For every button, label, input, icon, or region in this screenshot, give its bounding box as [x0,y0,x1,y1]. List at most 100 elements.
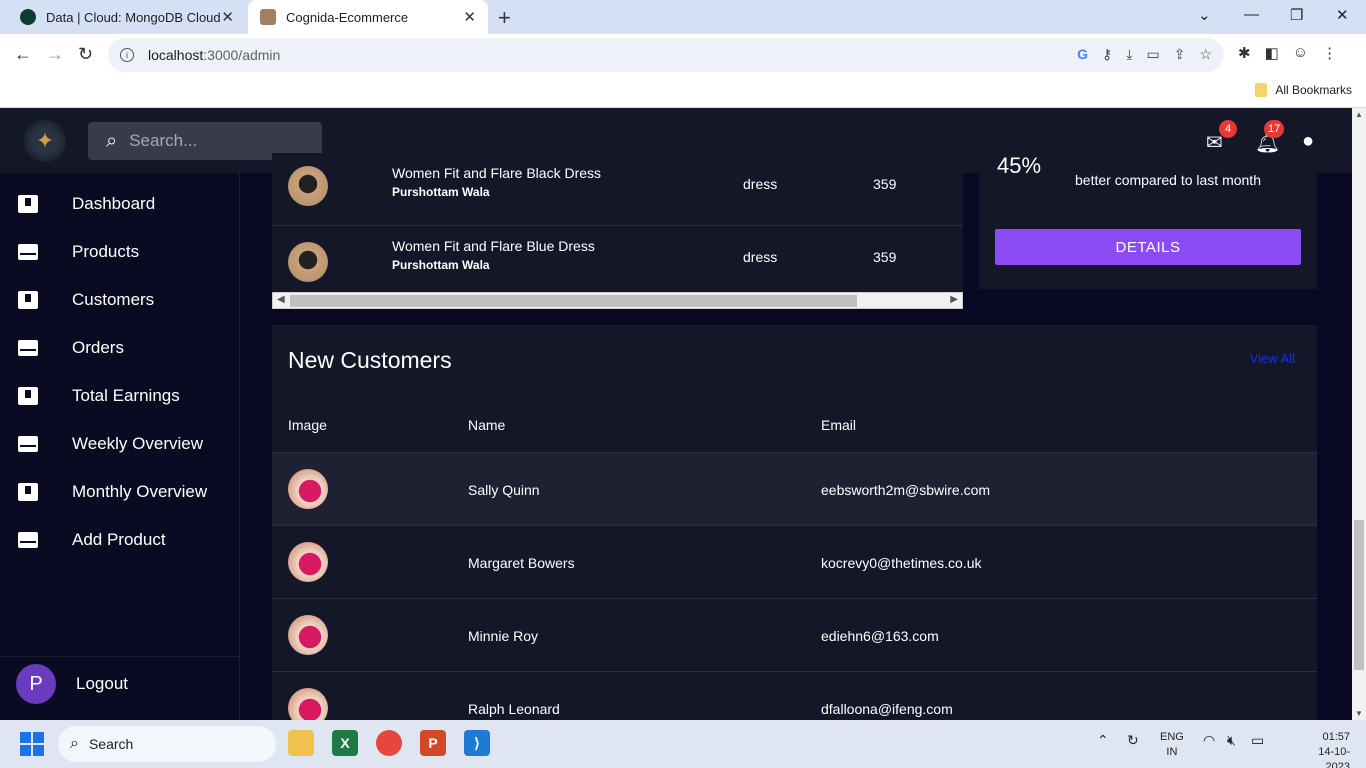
address-toolbar: ← → ↻ i localhost:3000/admin G ⚷ ⤓ ▭ ⇪ ☆… [0,34,1366,76]
menu-dots-icon[interactable]: ⋮ [1322,44,1337,62]
tab-cognida[interactable]: Cognida-Ecommerce ✕ [248,0,488,34]
table-row[interactable]: Women Fit and Flare Blue Dress Purshotta… [272,226,963,299]
restore-icon[interactable]: ❐ [1290,6,1303,24]
table-row[interactable]: Women Fit and Flare Black Dress Purshott… [272,153,963,226]
horizontal-scrollbar[interactable]: ◀ ▶ [272,292,963,309]
scroll-left-icon[interactable]: ◀ [277,294,285,305]
percent-value: 45% [997,153,1042,178]
column-header-name: Name [468,417,506,433]
vertical-scrollbar[interactable]: ▲ ▼ [1352,108,1366,720]
view-all-link[interactable]: View All [1250,351,1295,366]
column-header-email: Email [821,417,857,433]
table-row[interactable]: Margaret Bowers kocrevy0@thetimes.co.uk [272,525,1317,598]
sidepanel-icon[interactable]: ◧ [1265,44,1279,62]
puzzle-icon[interactable]: ✱ [1238,44,1251,62]
scroll-up-icon[interactable]: ▲ [1355,110,1363,119]
chevron-up-icon[interactable]: ⌃ [1097,732,1109,749]
lang-line1: ENG [1160,731,1184,743]
account-icon[interactable]: ● [1302,130,1314,153]
sidebar-item-monthly-overview[interactable]: Monthly Overview [0,468,239,516]
close-icon[interactable]: ✕ [463,8,476,26]
url-path: :3000/admin [203,47,281,63]
column-header-image: Image [288,417,327,433]
product-price: 359 [873,249,897,265]
card-icon[interactable]: ▭ [1146,46,1159,63]
mail-icon [18,244,38,260]
sidebar-item-label: Add Product [72,530,166,549]
tab-mongodb[interactable]: Data | Cloud: MongoDB Cloud ✕ [8,0,246,34]
scroll-down-icon[interactable]: ▼ [1355,709,1363,718]
all-bookmarks[interactable]: All Bookmarks [1255,83,1352,97]
url-field[interactable]: i localhost:3000/admin G ⚷ ⤓ ▭ ⇪ ☆ [108,38,1224,72]
sidebar-item-customers[interactable]: Customers [0,276,239,324]
wifi-icon[interactable]: ◠ [1203,732,1215,749]
logo[interactable]: ✦ [24,120,66,162]
sidebar-item-orders[interactable]: Orders [0,324,239,372]
battery-icon[interactable]: ▭ [1251,732,1264,749]
sync-icon[interactable]: ↻ [1127,732,1139,749]
info-icon[interactable]: i [120,48,134,62]
time: 01:57 [1322,731,1350,743]
search-icon: ⌕ [70,735,79,752]
taskbar-search-label: Search [88,736,134,752]
scroll-thumb[interactable] [1354,520,1364,670]
close-window-icon[interactable]: ✕ [1336,6,1349,24]
details-button[interactable]: DETAILS [995,229,1301,265]
windows-taskbar: ⌕ Search X P ⟩ ⌃ ↻ ENG IN ◠ 🔇︎ ▭ 01:57 1… [0,720,1366,768]
profile-icon[interactable]: ☺ [1293,44,1308,62]
product-image [288,242,328,282]
close-icon[interactable]: ✕ [221,8,234,26]
volume-mute-icon[interactable]: 🔇︎ [1227,732,1236,749]
clock[interactable]: 01:57 14-10-2023 [1296,730,1350,768]
lang-line2: IN [1166,746,1178,758]
powerpoint-icon[interactable]: P [420,730,446,756]
file-explorer-icon[interactable] [288,730,314,756]
product-image [288,166,328,206]
new-tab-icon[interactable]: + [498,5,511,31]
product-seller: Purshottam Wala [392,185,490,199]
back-icon[interactable]: ← [14,44,32,65]
mail-icon [18,532,38,548]
minimize-icon[interactable]: — [1244,6,1259,23]
vscode-icon[interactable]: ⟩ [464,730,490,756]
mail-icon [18,340,38,356]
excel-icon[interactable]: X [332,730,358,756]
search-icon: ⌕ [106,129,118,152]
table-row[interactable]: Sally Quinn eebsworth2m@sbwire.com [272,452,1317,525]
sidebar-item-products[interactable]: Products [0,228,239,276]
language-indicator[interactable]: ENG IN [1160,730,1184,760]
date: 14-10-2023 [1318,746,1350,768]
sidebar-item-total-earnings[interactable]: Total Earnings [0,372,239,420]
google-icon[interactable]: G [1077,46,1088,63]
taskbar-search[interactable]: ⌕ Search [58,726,276,762]
logout-button[interactable]: P Logout [0,656,239,716]
customer-email: ediehn6@163.com [821,628,939,644]
install-icon[interactable]: ⤓ [1126,46,1132,63]
sidebar-item-label: Orders [72,338,124,357]
chevron-down-icon[interactable]: ⌄ [1198,6,1211,24]
sidebar-item-dashboard[interactable]: Dashboard [0,180,239,228]
sidebar-item-weekly-overview[interactable]: Weekly Overview [0,420,239,468]
customer-avatar [288,469,328,509]
windows-start-icon[interactable] [20,732,44,756]
product-category: dress [743,176,778,192]
sidebar-item-label: Products [72,242,140,261]
search-input[interactable] [129,131,300,151]
scroll-right-icon[interactable]: ▶ [950,294,958,305]
scroll-thumb[interactable] [290,295,857,307]
chrome-icon[interactable] [376,730,402,756]
share-icon[interactable]: ⇪ [1174,46,1186,63]
reload-icon[interactable]: ↻ [78,44,93,65]
table-row[interactable]: Minnie Roy ediehn6@163.com [272,598,1317,671]
extension-icons: ✱ ◧ ☺ ⋮ [1238,44,1337,62]
bookmarks-bar: All Bookmarks [0,76,1366,108]
star-icon[interactable]: ☆ [1199,46,1212,63]
customer-name: Sally Quinn [468,482,540,498]
sidebar: Dashboard Products Customers Orders Tota… [0,173,240,720]
sidebar-item-add-product[interactable]: Add Product [0,516,239,564]
key-icon[interactable]: ⚷ [1102,46,1112,63]
customer-email: kocrevy0@thetimes.co.uk [821,555,982,571]
folder-icon [1255,83,1268,97]
forward-icon[interactable]: → [46,44,64,65]
table-row[interactable]: Ralph Leonard dfalloona@ifeng.com [272,671,1317,720]
